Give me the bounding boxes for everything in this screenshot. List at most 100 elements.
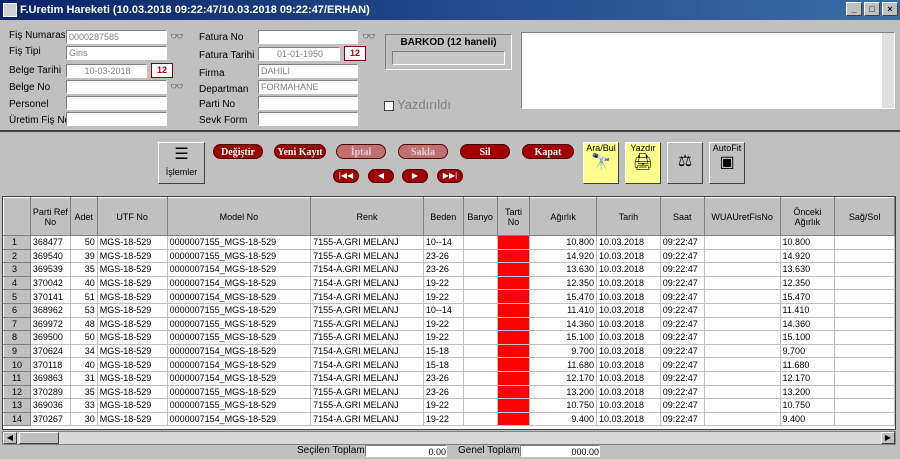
- table-cell[interactable]: [834, 276, 895, 291]
- table-cell[interactable]: [834, 262, 895, 277]
- table-cell[interactable]: 0000007155_MGS-18-529: [167, 330, 312, 345]
- table-cell[interactable]: 7154-A.GRI MELANJ: [310, 412, 424, 427]
- table-cell[interactable]: 10.03.2018: [596, 344, 661, 359]
- table-cell[interactable]: [834, 289, 895, 304]
- table-row[interactable]: 1 368477 50 MGS-18-529 0000007155_MGS-18-529…: [3, 235, 895, 250]
- table-cell[interactable]: [704, 412, 781, 427]
- table-cell[interactable]: 0000007154_MGS-18-529: [167, 357, 312, 372]
- first-record-icon[interactable]: |◀◀: [333, 169, 359, 183]
- table-cell[interactable]: [704, 357, 781, 372]
- table-cell[interactable]: 39: [70, 249, 98, 264]
- table-cell[interactable]: MGS-18-529: [97, 303, 168, 318]
- notes-memo[interactable]: [521, 32, 895, 109]
- table-cell[interactable]: 14.920: [780, 249, 836, 264]
- horizontal-scrollbar[interactable]: ◀ ▶: [2, 431, 896, 445]
- table-cell[interactable]: 09:22:47: [660, 289, 705, 304]
- column-header[interactable]: Ağırlık: [529, 197, 597, 236]
- table-cell[interactable]: MGS-18-529: [97, 412, 168, 427]
- yazdirildi-checkbox[interactable]: [384, 101, 394, 111]
- table-cell[interactable]: 369863: [30, 371, 71, 386]
- table-cell[interactable]: [497, 289, 531, 304]
- column-header[interactable]: Renk: [310, 197, 424, 236]
- table-cell[interactable]: [834, 385, 895, 400]
- table-cell[interactable]: 09:22:47: [660, 276, 705, 291]
- table-cell[interactable]: MGS-18-529: [97, 289, 168, 304]
- data-grid[interactable]: Parti Ref No Adet UTF No Model No Renk Beden B…: [2, 196, 896, 430]
- table-cell[interactable]: 14.360: [529, 317, 597, 332]
- table-cell[interactable]: 10.03.2018: [596, 249, 661, 264]
- table-cell[interactable]: MGS-18-529: [97, 235, 168, 250]
- column-header[interactable]: WUAUretFisNo: [703, 197, 781, 236]
- table-cell[interactable]: 34: [70, 344, 98, 359]
- sil-button[interactable]: Sil: [460, 144, 510, 159]
- table-cell[interactable]: 7155-A.GRI MELANJ: [310, 398, 424, 413]
- table-cell[interactable]: 9.700: [529, 344, 597, 359]
- table-cell[interactable]: 0000007154_MGS-18-529: [167, 276, 312, 291]
- table-cell[interactable]: [704, 303, 781, 318]
- table-cell[interactable]: [834, 235, 895, 250]
- table-cell[interactable]: 19-22: [423, 412, 464, 427]
- table-cell[interactable]: 09:22:47: [660, 249, 705, 264]
- table-cell[interactable]: 7155-A.GRI MELANJ: [310, 249, 424, 264]
- table-cell[interactable]: [463, 317, 498, 332]
- table-cell[interactable]: 7155-A.GRI MELANJ: [310, 330, 424, 345]
- table-row[interactable]: 8 369500 50 MGS-18-529 0000007155_MGS-18-529…: [3, 330, 895, 345]
- table-cell[interactable]: 10.03.2018: [596, 262, 661, 277]
- table-cell[interactable]: 35: [70, 262, 98, 277]
- sevk-form-field[interactable]: [258, 112, 358, 126]
- table-cell[interactable]: [704, 276, 781, 291]
- table-cell[interactable]: 09:22:47: [660, 412, 705, 427]
- binoculars-icon[interactable]: 👓: [361, 30, 377, 44]
- table-cell[interactable]: 09:22:47: [660, 357, 705, 372]
- table-cell[interactable]: 369972: [30, 317, 71, 332]
- table-cell[interactable]: 369036: [30, 398, 71, 413]
- table-cell[interactable]: 13.200: [780, 385, 836, 400]
- table-cell[interactable]: 09:22:47: [660, 385, 705, 400]
- prev-record-icon[interactable]: ◀: [368, 169, 394, 183]
- table-cell[interactable]: 51: [70, 289, 98, 304]
- table-cell[interactable]: 0000007155_MGS-18-529: [167, 249, 312, 264]
- table-cell[interactable]: 13.630: [780, 262, 836, 277]
- table-cell[interactable]: [463, 371, 498, 386]
- column-header[interactable]: Önceki Ağırlık: [779, 197, 836, 236]
- table-cell[interactable]: 13.630: [529, 262, 597, 277]
- table-cell[interactable]: [463, 289, 498, 304]
- table-cell[interactable]: 10.800: [529, 235, 597, 250]
- table-row[interactable]: 14 370267 30 MGS-18-529 0000007154_MGS-18-52…: [3, 411, 895, 427]
- table-cell[interactable]: 50: [70, 235, 98, 250]
- table-cell[interactable]: 40: [70, 276, 98, 291]
- table-cell[interactable]: 0000007155_MGS-18-529: [167, 385, 312, 400]
- table-cell[interactable]: 369500: [30, 330, 71, 345]
- table-row[interactable]: 2 369540 39 MGS-18-529 0000007155_MGS-18-529…: [3, 248, 895, 264]
- table-cell[interactable]: 0000007154_MGS-18-529: [167, 344, 312, 359]
- barkod-input[interactable]: [392, 51, 505, 65]
- calendar-icon[interactable]: 12: [151, 63, 173, 78]
- table-cell[interactable]: [704, 289, 781, 304]
- belge-no-field[interactable]: [66, 80, 167, 94]
- column-header[interactable]: Saat: [659, 197, 705, 236]
- table-cell[interactable]: 0000007155_MGS-18-529: [167, 317, 312, 332]
- table-cell[interactable]: 0000007155_MGS-18-529: [167, 235, 312, 250]
- table-cell[interactable]: [463, 330, 498, 345]
- table-cell[interactable]: 12.350: [780, 276, 836, 291]
- next-record-icon[interactable]: ▶: [402, 169, 428, 183]
- table-cell[interactable]: [497, 385, 531, 400]
- column-header[interactable]: Beden: [422, 197, 464, 236]
- table-cell[interactable]: [704, 262, 781, 277]
- autofit-button[interactable]: AutoFit ▣: [709, 142, 745, 184]
- table-cell[interactable]: [704, 371, 781, 386]
- table-cell[interactable]: 33: [70, 398, 98, 413]
- table-cell[interactable]: 14.920: [529, 249, 597, 264]
- table-cell[interactable]: MGS-18-529: [97, 398, 168, 413]
- belge-tarihi-field[interactable]: 10-03-2018: [66, 64, 147, 78]
- table-cell[interactable]: MGS-18-529: [97, 317, 168, 332]
- close-button[interactable]: ×: [882, 2, 898, 16]
- table-cell[interactable]: 370042: [30, 276, 71, 291]
- table-cell[interactable]: 19-22: [423, 289, 464, 304]
- table-cell[interactable]: 31: [70, 371, 98, 386]
- table-cell[interactable]: 10.750: [780, 398, 836, 413]
- last-record-icon[interactable]: ▶▶|: [437, 169, 463, 183]
- table-cell[interactable]: 15-18: [423, 357, 464, 372]
- column-header[interactable]: Model No: [166, 197, 312, 236]
- table-cell[interactable]: [463, 357, 498, 372]
